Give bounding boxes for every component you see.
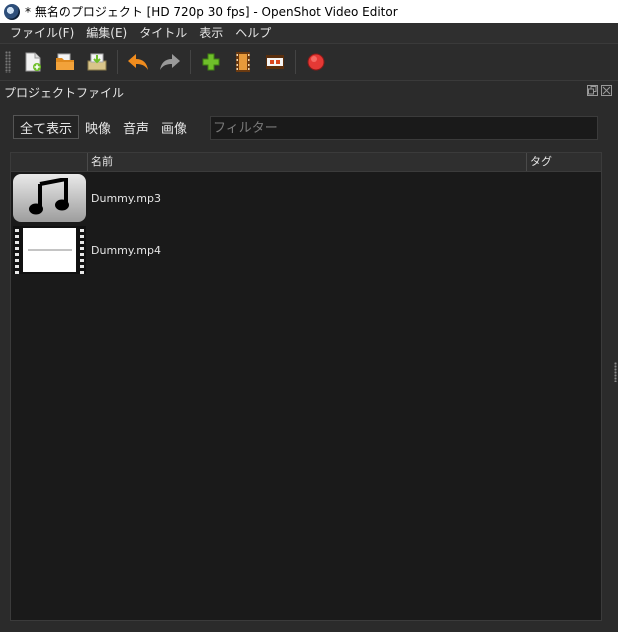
- new-project-button[interactable]: [18, 47, 48, 77]
- save-project-button[interactable]: [82, 47, 112, 77]
- column-header-tags[interactable]: タグ: [527, 153, 601, 171]
- table-row[interactable]: Dummy.mp4: [11, 224, 601, 276]
- file-name: Dummy.mp4: [91, 243, 162, 257]
- toolbar-grip[interactable]: [5, 51, 11, 73]
- undo-button[interactable]: [123, 47, 153, 77]
- video-file-thumbnail: [13, 226, 86, 274]
- menu-view[interactable]: 表示: [193, 23, 229, 43]
- filter-tab-all[interactable]: 全て表示: [13, 115, 80, 139]
- dock-controls: [587, 85, 612, 96]
- thumbnail-cell: [11, 172, 88, 224]
- filter-search-input[interactable]: [210, 116, 598, 140]
- redo-icon: [160, 54, 180, 70]
- project-files-dock-header: プロジェクトファイル: [0, 82, 618, 102]
- main-toolbar: [0, 43, 618, 81]
- choose-profile-button[interactable]: [228, 47, 258, 77]
- dock-close-icon[interactable]: [601, 85, 612, 96]
- menu-bar: ファイル(F) 編集(E) タイトル 表示 ヘルプ: [0, 23, 618, 43]
- splitter-handle[interactable]: [614, 362, 617, 382]
- title-bar: * 無名のプロジェクト [HD 720p 30 fps] - OpenShot …: [0, 0, 618, 23]
- fullscreen-button[interactable]: [260, 47, 290, 77]
- film-strip-left: [13, 226, 21, 274]
- menu-help[interactable]: ヘルプ: [229, 23, 277, 43]
- open-project-icon: [56, 53, 74, 70]
- new-project-icon: [25, 52, 41, 72]
- fullscreen-icon: [266, 55, 284, 69]
- openshot-logo-icon: [4, 3, 20, 20]
- column-header-name[interactable]: 名前: [88, 153, 527, 171]
- audio-file-thumbnail: [13, 174, 86, 222]
- filter-tab-video[interactable]: 映像: [79, 115, 117, 139]
- filter-tab-image[interactable]: 画像: [155, 115, 193, 139]
- thumbnail-cell: [11, 224, 88, 276]
- toolbar-separator: [190, 50, 191, 74]
- dock-title: プロジェクトファイル: [4, 85, 125, 100]
- menu-file[interactable]: ファイル(F): [4, 23, 80, 43]
- choose-profile-icon: [236, 52, 250, 72]
- save-project-icon: [87, 53, 107, 71]
- project-files-table: 名前 タグ Dummy.mp3 Dummy.mp4: [10, 152, 602, 621]
- table-row[interactable]: Dummy.mp3: [11, 172, 601, 224]
- toolbar-separator: [117, 50, 118, 74]
- import-files-button[interactable]: [196, 47, 226, 77]
- filter-bar: 全て表示 映像 音声 画像: [0, 104, 618, 150]
- music-note-icon: [28, 178, 69, 215]
- dock-float-icon[interactable]: [587, 85, 598, 96]
- menu-edit[interactable]: 編集(E): [80, 23, 133, 43]
- toolbar-separator: [295, 50, 296, 74]
- open-project-button[interactable]: [50, 47, 80, 77]
- export-video-button[interactable]: [301, 47, 331, 77]
- export-video-icon: [307, 53, 325, 71]
- filter-tab-audio[interactable]: 音声: [117, 115, 155, 139]
- import-files-icon: [202, 53, 220, 71]
- file-name: Dummy.mp3: [91, 191, 162, 205]
- film-strip-right: [78, 226, 86, 274]
- column-header-thumbnail[interactable]: [11, 153, 88, 171]
- video-frame-preview: [23, 228, 76, 272]
- undo-icon: [128, 54, 148, 70]
- redo-button[interactable]: [155, 47, 185, 77]
- window-title: * 無名のプロジェクト [HD 720p 30 fps] - OpenShot …: [25, 5, 398, 19]
- menu-title[interactable]: タイトル: [133, 23, 193, 43]
- table-header: 名前 タグ: [11, 153, 601, 172]
